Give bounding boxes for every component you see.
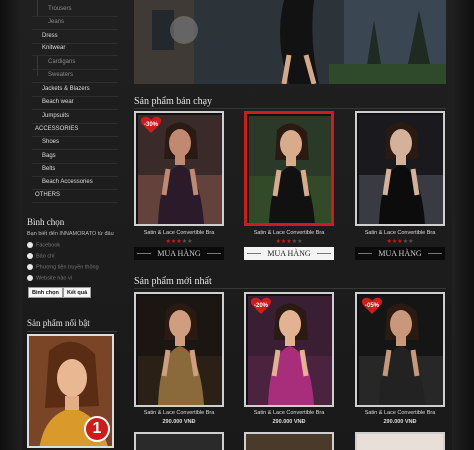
product-price: 290.000 VNĐ bbox=[383, 419, 417, 425]
menu-divider bbox=[32, 202, 118, 203]
divider bbox=[27, 331, 117, 332]
radio-button[interactable] bbox=[27, 264, 33, 270]
poll-question: Bạn biết đến INNAMORATO từ đâu bbox=[27, 231, 114, 237]
menu-item[interactable]: OTHERS bbox=[35, 192, 60, 198]
radio-button[interactable] bbox=[27, 242, 33, 248]
menu-item[interactable]: Trousers bbox=[48, 6, 71, 12]
menu-item[interactable]: Beach wear bbox=[42, 99, 74, 105]
menu-divider bbox=[32, 29, 118, 30]
menu-divider bbox=[32, 69, 118, 70]
menu-divider bbox=[32, 82, 118, 83]
menu-tree-line bbox=[37, 56, 38, 76]
menu-divider bbox=[32, 55, 118, 56]
rating-stars: ★★★★★ bbox=[275, 239, 303, 245]
menu-item[interactable]: Bags bbox=[42, 153, 56, 159]
discount-badge: -30% bbox=[140, 116, 162, 133]
poll-option-media[interactable]: Phương tiện truyền thông bbox=[27, 264, 99, 270]
menu-item[interactable]: Knitwear bbox=[42, 45, 65, 51]
rating-stars: ★★★★★ bbox=[386, 239, 414, 245]
featured-product-image[interactable]: 1 bbox=[27, 334, 114, 448]
rating-stars: ★★★★★ bbox=[165, 239, 193, 245]
product-card[interactable]: Satin & Lace Convertible Bra 290.000 VNĐ bbox=[134, 292, 224, 426]
divider bbox=[134, 108, 446, 109]
menu-tree-line bbox=[37, 0, 38, 16]
menu-divider bbox=[32, 96, 118, 97]
bestsellers-heading: Sản phẩm bán chạy bbox=[134, 96, 213, 107]
buy-button[interactable]: MUA HÀNG bbox=[355, 247, 445, 260]
menu-item[interactable]: Sweaters bbox=[48, 72, 73, 78]
divider bbox=[134, 288, 446, 289]
radio-button[interactable] bbox=[27, 275, 33, 281]
product-name[interactable]: Satin & Lace Convertible Bra bbox=[244, 230, 334, 236]
discount-badge: -05% bbox=[361, 297, 383, 314]
product-name[interactable]: Satin & Lace Convertible Bra bbox=[134, 410, 224, 416]
poll-option-press[interactable]: Báo chí bbox=[27, 253, 55, 259]
result-button[interactable]: Kết quả bbox=[63, 287, 92, 298]
menu-divider bbox=[32, 176, 118, 177]
menu-item[interactable]: Dress bbox=[42, 33, 58, 39]
menu-divider bbox=[32, 43, 118, 44]
menu-item[interactable]: Jackets & Blazers bbox=[42, 86, 90, 92]
discount-badge: -20% bbox=[250, 297, 272, 314]
product-image[interactable] bbox=[134, 292, 224, 407]
product-card[interactable]: -20% Satin & Lace Convertible Bra 290.000 … bbox=[244, 292, 334, 426]
poll-option-facebook[interactable]: Facebook bbox=[27, 242, 60, 248]
product-name[interactable]: Satin & Lace Convertible Bra bbox=[244, 410, 334, 416]
product-card[interactable]: Satin & Lace Convertible Bra ★★★★★ MUA HÀN… bbox=[355, 111, 445, 261]
poll-option-label: Facebook bbox=[36, 242, 61, 249]
poll-title: Bình chọn bbox=[27, 217, 65, 227]
product-price: 290.000 VNĐ bbox=[272, 419, 306, 425]
poll-option-label: Website nào ví bbox=[36, 275, 73, 282]
product-image[interactable]: -20% bbox=[244, 292, 334, 407]
product-price: 290.000 VNĐ bbox=[162, 419, 196, 425]
menu-divider bbox=[32, 163, 118, 164]
product-image[interactable] bbox=[355, 111, 445, 226]
newest-heading: Sản phẩm mới nhất bbox=[134, 276, 212, 287]
product-card[interactable]: Satin & Lace Convertible Bra ★★★★★ MUA HÀN… bbox=[244, 111, 334, 261]
buy-button[interactable]: MUA HÀNG bbox=[244, 247, 334, 260]
menu-item[interactable]: Beach Accessories bbox=[42, 179, 93, 185]
radio-button[interactable] bbox=[27, 253, 33, 259]
menu-divider bbox=[32, 189, 118, 190]
menu-divider bbox=[32, 136, 118, 137]
product-image[interactable] bbox=[244, 432, 334, 450]
poll-option-label: Báo chí bbox=[36, 253, 55, 260]
menu-item[interactable]: Shoes bbox=[42, 139, 59, 145]
right-decor-strip bbox=[452, 0, 474, 450]
sidebar: Trousers Jeans Dress Knitwear Cardigans Sweat… bbox=[24, 0, 120, 450]
product-image[interactable] bbox=[244, 111, 334, 226]
featured-products-title: Sản phẩm nổi bật bbox=[27, 318, 90, 328]
menu-item[interactable]: Jeans bbox=[48, 19, 64, 25]
product-card[interactable]: -05% Satin & Lace Convertible Bra 290.000 … bbox=[355, 292, 445, 426]
product-card[interactable]: -30% Satin & Lace Convertible Bra ★★★★★ MUA… bbox=[134, 111, 224, 261]
product-name[interactable]: Satin & Lace Convertible Bra bbox=[355, 410, 445, 416]
buy-button[interactable]: MUA HÀNG bbox=[134, 247, 224, 260]
product-name[interactable]: Satin & Lace Convertible Bra bbox=[355, 230, 445, 236]
menu-item[interactable]: Cardigans bbox=[48, 59, 75, 65]
menu-divider bbox=[32, 16, 118, 17]
product-image[interactable] bbox=[134, 432, 224, 450]
menu-divider bbox=[32, 123, 118, 124]
menu-item[interactable]: ACCESSORIES bbox=[35, 126, 78, 132]
product-image[interactable]: -05% bbox=[355, 292, 445, 407]
rank-badge: 1 bbox=[84, 416, 110, 442]
left-decor-strip bbox=[0, 0, 22, 450]
poll-option-website[interactable]: Website nào ví bbox=[27, 275, 72, 281]
hero-image bbox=[134, 0, 446, 84]
vote-button[interactable]: Bình chọn bbox=[28, 287, 63, 298]
product-image[interactable]: -30% bbox=[134, 111, 224, 226]
product-name[interactable]: Satin & Lace Convertible Bra bbox=[134, 230, 224, 236]
product-photo bbox=[359, 115, 443, 224]
product-image[interactable] bbox=[355, 432, 445, 450]
menu-divider bbox=[32, 109, 118, 110]
menu-divider bbox=[32, 149, 118, 150]
menu-item[interactable]: Belts bbox=[42, 166, 55, 172]
hero-banner[interactable] bbox=[134, 0, 446, 84]
product-photo bbox=[138, 296, 222, 405]
menu-item[interactable]: Jumpsuits bbox=[42, 113, 69, 119]
product-photo bbox=[249, 116, 331, 223]
poll-option-label: Phương tiện truyền thông bbox=[36, 264, 99, 271]
